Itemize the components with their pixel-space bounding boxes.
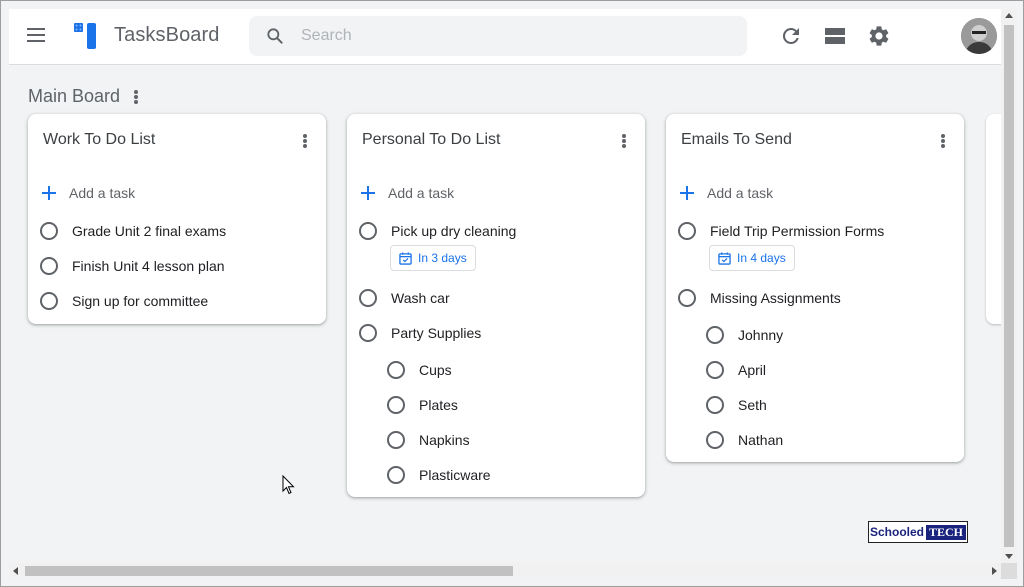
list-title: Work To Do List: [43, 131, 156, 148]
subtask-item: Napkins: [387, 428, 470, 452]
task-checkbox[interactable]: [387, 466, 405, 484]
search-bar[interactable]: [249, 16, 747, 56]
mouse-pointer-icon: [282, 475, 295, 495]
list-title: Emails To Send: [681, 131, 792, 148]
due-date-chip[interactable]: In 3 days: [390, 245, 476, 271]
task-item: Sign up for committee: [40, 289, 208, 313]
subtask-item: Seth: [706, 393, 767, 417]
calendar-check-icon: [399, 251, 412, 265]
search-icon[interactable]: [265, 26, 285, 46]
plus-icon: [360, 185, 376, 201]
scroll-down-icon[interactable]: [1005, 554, 1013, 559]
plus-icon: [679, 185, 695, 201]
scrollbar-thumb[interactable]: [1004, 25, 1014, 547]
calendar-check-icon: [718, 251, 731, 265]
add-task-button[interactable]: Add a task: [41, 182, 135, 204]
task-item: Pick up dry cleaning: [359, 219, 516, 243]
task-checkbox[interactable]: [387, 431, 405, 449]
subtask-item: Nathan: [706, 428, 783, 452]
task-checkbox[interactable]: [40, 222, 58, 240]
add-task-button[interactable]: Add a task: [679, 182, 773, 204]
tasksboard-logo: [74, 23, 96, 49]
top-bar: TasksBoard: [9, 9, 1001, 65]
avatar[interactable]: [961, 18, 997, 54]
task-item: Party Supplies: [359, 321, 481, 345]
task-checkbox[interactable]: [40, 257, 58, 275]
board-title[interactable]: Main Board: [28, 86, 120, 107]
task-checkbox[interactable]: [706, 431, 724, 449]
layout-icon[interactable]: [823, 24, 847, 48]
subtask-item: Cups: [387, 358, 452, 382]
task-checkbox[interactable]: [706, 396, 724, 414]
horizontal-scrollbar[interactable]: [9, 563, 1001, 579]
app-window: TasksBoard Main Boar: [0, 0, 1024, 587]
task-item: Wash car: [359, 286, 450, 310]
scroll-right-icon[interactable]: [992, 567, 997, 575]
gear-icon[interactable]: [867, 24, 891, 48]
vertical-scrollbar[interactable]: [1001, 9, 1017, 563]
task-list: Work To Do List Add a task Grade Unit 2 …: [28, 114, 326, 324]
add-task-button[interactable]: Add a task: [360, 182, 454, 204]
task-checkbox[interactable]: [678, 289, 696, 307]
task-item: Missing Assignments: [678, 286, 841, 310]
task-checkbox[interactable]: [706, 361, 724, 379]
task-item: Finish Unit 4 lesson plan: [40, 254, 225, 278]
list-title: Personal To Do List: [362, 131, 501, 148]
list-more-icon[interactable]: [300, 132, 310, 150]
task-item: Grade Unit 2 final exams: [40, 219, 226, 243]
app-title: TasksBoard: [114, 24, 220, 46]
task-checkbox[interactable]: [387, 361, 405, 379]
task-checkbox[interactable]: [387, 396, 405, 414]
task-checkbox[interactable]: [359, 289, 377, 307]
task-list: Personal To Do List Add a task Pick up d…: [347, 114, 645, 497]
list-more-icon[interactable]: [938, 132, 948, 150]
task-checkbox[interactable]: [40, 292, 58, 310]
task-item: Field Trip Permission Forms: [678, 219, 884, 243]
task-checkbox[interactable]: [678, 222, 696, 240]
search-input[interactable]: [301, 24, 721, 48]
user-photo-icon: [961, 18, 997, 54]
due-date-chip[interactable]: In 4 days: [709, 245, 795, 271]
plus-icon: [41, 185, 57, 201]
task-checkbox[interactable]: [359, 222, 377, 240]
board-more-icon[interactable]: [129, 88, 143, 106]
board-bar: Main Board: [9, 66, 1001, 116]
scrollbar-corner: [1001, 563, 1017, 579]
subtask-item: April: [706, 358, 766, 382]
refresh-icon[interactable]: [779, 24, 803, 48]
scroll-left-icon[interactable]: [13, 567, 18, 575]
subtask-item: Plates: [387, 393, 458, 417]
subtask-item: Johnny: [706, 323, 783, 347]
scrollbar-thumb[interactable]: [25, 566, 513, 576]
schooled-in-tech-logo: Schooled TECH: [868, 521, 968, 543]
task-list: Emails To Send Add a task Field Trip Per…: [666, 114, 964, 462]
menu-icon[interactable]: [26, 27, 48, 45]
scroll-up-icon[interactable]: [1005, 13, 1013, 18]
subtask-item: Plasticware: [387, 463, 491, 487]
task-checkbox[interactable]: [706, 326, 724, 344]
task-checkbox[interactable]: [359, 324, 377, 342]
list-more-icon[interactable]: [619, 132, 629, 150]
